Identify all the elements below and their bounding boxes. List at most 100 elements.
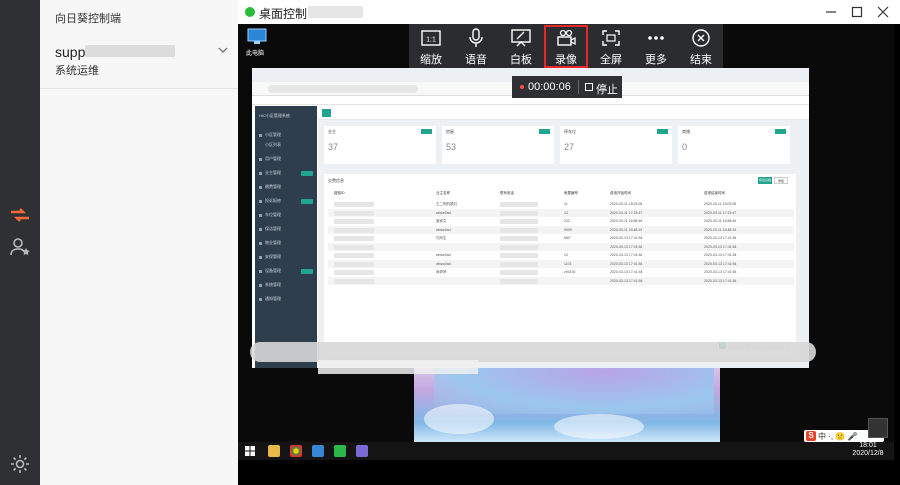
window-titlebar[interactable]: 桌面控制 — [238, 0, 900, 24]
table-header: 房屋编号 — [564, 191, 578, 195]
stat-badge — [775, 129, 786, 134]
stat-card: 商铺 0 — [678, 126, 790, 164]
window-title-redacted — [308, 6, 363, 18]
table-cell: 2020-03-13 17:41:54 — [610, 270, 643, 274]
stat-number: 37 — [328, 142, 339, 152]
more-button[interactable]: 更多 — [634, 24, 678, 68]
stat-badge — [657, 129, 668, 134]
stat-card: 停车位 27 — [560, 126, 672, 164]
remote-control-icon[interactable] — [8, 203, 32, 227]
close-circle-icon — [692, 29, 710, 47]
inner-nav-item: 小区列表 — [259, 142, 313, 149]
contacts-icon[interactable] — [8, 235, 32, 259]
nav-label: 业主管理 — [265, 170, 281, 175]
record-button-highlight — [544, 25, 588, 68]
windows-start-icon[interactable] — [244, 445, 256, 457]
user-name-redacted — [85, 45, 175, 57]
fullscreen-button[interactable]: 全屏 — [589, 24, 633, 68]
divider — [578, 80, 579, 94]
user-name[interactable]: supp — [55, 44, 85, 60]
redacted-cell — [334, 261, 374, 267]
stat-title: 业主 — [328, 129, 336, 134]
table-cell: wbsw0ad — [436, 227, 451, 232]
stat-card: 业主 37 — [324, 126, 436, 164]
redacted-cell — [500, 253, 538, 258]
clock-date: 2020/12/8 — [852, 450, 884, 457]
inner-nav-item: 保洁管理 — [259, 226, 313, 233]
table-cell: 2020-03-13 17:41:54 — [610, 278, 643, 283]
table-row: 2020-03-13 17:41:54 2020-03-13 17:41:54 — [328, 276, 794, 285]
notification-icon[interactable] — [868, 418, 888, 438]
nav-label: 投诉报修 — [265, 198, 281, 203]
table-header: 联系电话 — [500, 191, 514, 195]
wechat-icon[interactable] — [334, 445, 346, 457]
nav-label: 用户管理 — [265, 156, 281, 161]
table-cell: 9999 — [564, 227, 572, 232]
taskbar-clock[interactable]: 18:01 2020/12/8 — [843, 442, 893, 458]
user-role: 系统运维 — [55, 65, 99, 77]
redacted-cell — [334, 253, 374, 258]
table-row: wbsw0ad 12 2020-03-13 17:41:54 2020-03-13 1… — [328, 251, 794, 259]
inner-nav-item: 用户管理 — [259, 156, 313, 163]
table-row: 王二狗的媳妇 11 2020-03-11 18:03:05 2020-03-11 18… — [328, 200, 794, 208]
fullscreen-label: 全屏 — [600, 54, 622, 66]
nav-label: 通知管理 — [265, 296, 281, 301]
app-sidebar — [0, 0, 40, 485]
table-cell: z90192 — [564, 270, 576, 274]
redacted-cell — [500, 227, 538, 233]
zoom-button[interactable]: 1:1 缩放 — [409, 24, 453, 68]
app-left-panel: 向日葵控制端 supp 系统运维 — [40, 0, 240, 485]
redacted-cell — [334, 278, 374, 284]
maximize-icon[interactable] — [850, 5, 864, 19]
nav-label: 缴费管理 — [265, 184, 281, 189]
window-title: 桌面控制 — [259, 7, 308, 21]
table-cell: 2020-03-11 16:58:46 — [704, 219, 737, 223]
end-session-button[interactable]: 结束 — [679, 24, 723, 68]
table-row: wbsw0ad 9999 2020-03-11 16:48:19 2020-03-11… — [328, 225, 794, 234]
chevron-down-icon[interactable] — [218, 46, 228, 54]
table-cell: 2020-03-11 18:03:05 — [610, 202, 643, 206]
nav-label: 设备管理 — [265, 268, 281, 273]
nav-label: 保洁管理 — [265, 226, 281, 231]
inner-nav-item: 设备管理 — [259, 268, 313, 275]
table-cell: 11 — [564, 202, 568, 206]
settings-gear-icon[interactable] — [8, 452, 32, 476]
app-icon[interactable] — [312, 445, 324, 457]
table-cell: 2020-03-11 17:23:47 — [704, 210, 737, 215]
redacted-strip — [250, 342, 816, 362]
minimize-icon[interactable] — [824, 5, 838, 19]
nav-bullet-icon — [259, 298, 262, 301]
microphone-icon — [469, 28, 483, 47]
voice-label: 语音 — [465, 54, 487, 66]
chrome-icon[interactable] — [290, 445, 302, 457]
table-cell: 12 — [564, 253, 568, 257]
table-cell: 222 — [564, 219, 570, 223]
computer-icon[interactable] — [246, 28, 268, 46]
whiteboard-button[interactable]: 白板 — [499, 24, 543, 68]
svg-text:1:1: 1:1 — [426, 37, 436, 44]
file-explorer-icon[interactable] — [268, 445, 280, 457]
table-cell: 2020-03-13 17:41:54 — [610, 261, 643, 266]
inner-main: 业主 37 房屋 53 停车位 27 商铺 0 交费信息 导出表格 添加 缴费I… — [318, 106, 809, 368]
table-cell: 刘凤生 — [436, 236, 447, 240]
stop-square-icon[interactable] — [585, 83, 593, 91]
close-icon[interactable] — [876, 5, 890, 19]
voice-button[interactable]: 语音 — [454, 24, 498, 68]
sogou-ime-icon: S — [806, 431, 816, 441]
more-label: 更多 — [645, 54, 667, 66]
stat-card: 房屋 53 — [442, 126, 554, 164]
table-cell: 2020-03-11 17:23:47 — [610, 210, 643, 215]
stop-recording-button[interactable]: 停止 — [596, 81, 618, 97]
table-cell: 2020-03-11 16:48:19 — [704, 227, 737, 232]
recording-dot-icon — [520, 85, 524, 89]
table-cell: 2020-03-13 17:41:54 — [704, 261, 737, 266]
table-row: wbsw0ad 1101 2020-03-13 17:41:54 2020-03-13… — [328, 259, 794, 268]
stat-number: 0 — [682, 142, 688, 152]
stat-title: 停车位 — [564, 129, 576, 134]
redacted-cell — [500, 236, 538, 241]
url-field — [268, 85, 418, 93]
app-icon[interactable] — [356, 445, 368, 457]
table-cell: 2020-03-13 17:41:54 — [704, 253, 737, 257]
table-cell: 2020-03-13 17:41:54 — [704, 236, 737, 240]
zoom-ratio-icon: 1:1 — [421, 30, 441, 46]
